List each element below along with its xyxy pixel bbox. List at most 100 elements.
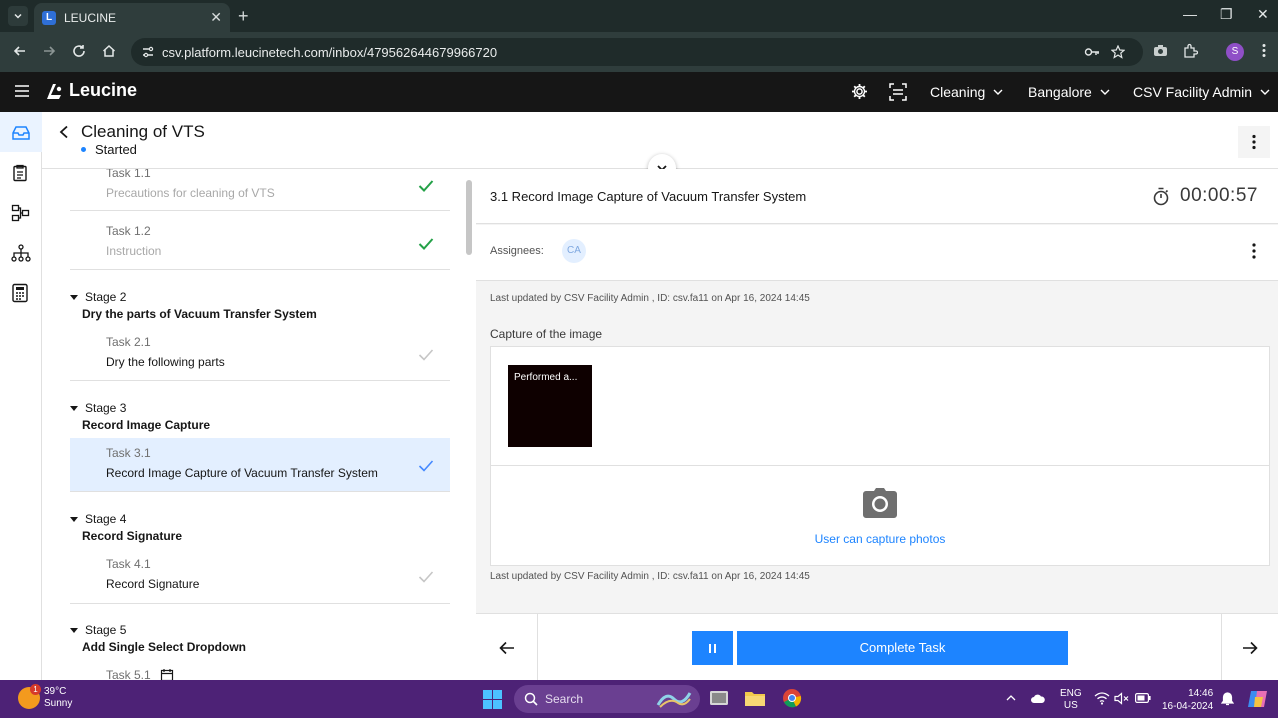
job-title: Cleaning of VTS	[81, 122, 205, 141]
task-options-icon[interactable]	[1242, 239, 1266, 263]
job-options-button[interactable]	[1238, 126, 1270, 158]
task-item-1-2[interactable]: Task 1.2 Instruction	[70, 212, 450, 270]
task-name: Precautions for cleaning of VTS	[106, 186, 275, 200]
leucine-logo-icon	[47, 83, 62, 99]
task-name: Record Image Capture of Vacuum Transfer …	[106, 466, 378, 480]
arrow-left-icon	[498, 641, 514, 654]
file-explorer-icon[interactable]	[744, 689, 766, 707]
stage-4-header[interactable]: Stage 4 Record Signature	[70, 512, 450, 548]
capture-photos-link[interactable]: User can capture photos	[491, 532, 1269, 546]
use-case-label: Cleaning	[930, 84, 986, 100]
copilot-icon[interactable]	[1247, 689, 1269, 709]
task-detail-panel: 3.1 Record Image Capture of Vacuum Trans…	[476, 169, 1278, 681]
pause-button[interactable]	[692, 631, 733, 665]
profile-avatar[interactable]: S	[1226, 43, 1244, 61]
chevron-up-icon[interactable]	[1006, 694, 1016, 702]
task-number: Task 2.1	[106, 335, 151, 349]
weather-badge: 1	[30, 684, 41, 695]
tab-title: LEUCINE	[64, 10, 117, 25]
stage-number: Stage 4	[85, 512, 127, 526]
extensions-puzzle-icon[interactable]	[1183, 43, 1198, 58]
language-indicator[interactable]: ENG US	[1060, 688, 1082, 712]
task-number: Task 4.1	[106, 557, 151, 571]
task-item-2-1[interactable]: Task 2.1 Dry the following parts	[70, 327, 450, 381]
tab-search-button[interactable]	[8, 6, 28, 26]
hamburger-menu-icon[interactable]	[14, 84, 30, 98]
search-highlight-icon	[656, 692, 692, 708]
assignee-avatar[interactable]: CA	[562, 239, 586, 263]
task-item-5-1[interactable]: Task 5.1	[70, 660, 450, 680]
task-item-3-1[interactable]: Task 3.1 Record Image Capture of Vacuum …	[70, 438, 450, 492]
task-number: Task 3.1	[106, 446, 151, 460]
sun-icon: 1	[18, 684, 41, 709]
last-updated-text: Last updated by CSV Facility Admin , ID:…	[490, 571, 810, 582]
job-state-label: Started	[95, 142, 137, 157]
use-case-dropdown[interactable]: Cleaning	[930, 84, 1003, 100]
stage-name: Add Single Select Dropdown	[82, 640, 247, 654]
facility-dropdown[interactable]: Bangalore	[1028, 84, 1110, 100]
home-icon[interactable]	[101, 43, 117, 59]
parameter-label: Capture of the image	[490, 327, 603, 341]
complete-task-button[interactable]: Complete Task	[737, 631, 1068, 665]
stage-5-header[interactable]: Stage 5 Add Single Select Dropdown	[70, 623, 450, 659]
scan-icon[interactable]	[889, 83, 907, 101]
minimize-button[interactable]: —	[1183, 6, 1197, 22]
close-tab-icon[interactable]: ✕	[210, 9, 222, 26]
windows-start-icon[interactable]	[483, 690, 502, 709]
stage-2-header[interactable]: Stage 2 Dry the parts of Vacuum Transfer…	[70, 290, 450, 326]
task-number: Task 5.1	[106, 668, 151, 680]
leucine-logo[interactable]: Leucine	[44, 80, 137, 101]
task-name: Record Signature	[106, 577, 200, 591]
task-item-1-1[interactable]: Task 1.1 Precautions for cleaning of VTS	[70, 169, 450, 211]
back-icon[interactable]	[12, 43, 28, 59]
maximize-button[interactable]: ❐	[1220, 6, 1233, 23]
task-list-scrollbar[interactable]	[466, 180, 472, 255]
forward-icon[interactable]	[41, 43, 57, 59]
task-number: Task 1.1	[106, 169, 151, 180]
settings-gear-icon[interactable]	[851, 83, 868, 100]
battery-icon[interactable]	[1135, 693, 1151, 703]
process-flow-icon[interactable]	[11, 204, 31, 222]
close-window-button[interactable]: ✕	[1257, 6, 1269, 23]
system-clock[interactable]: 14:46 16-04-2024	[1162, 687, 1213, 713]
job-state: Started	[81, 142, 137, 157]
clock-time: 14:46	[1188, 688, 1214, 699]
left-nav-rail	[0, 112, 42, 680]
next-task-button[interactable]	[1221, 614, 1278, 681]
caret-down-icon	[70, 516, 78, 522]
chevron-down-icon	[1260, 89, 1270, 95]
task-item-4-1[interactable]: Task 4.1 Record Signature	[70, 549, 450, 604]
notification-bell-icon[interactable]	[1221, 692, 1234, 706]
divider	[491, 465, 1269, 466]
weather-condition: Sunny	[44, 698, 73, 709]
chrome-icon[interactable]	[782, 688, 802, 708]
camera-extension-icon[interactable]	[1153, 43, 1168, 58]
site-info-icon[interactable]	[141, 45, 155, 59]
password-key-icon[interactable]	[1084, 45, 1100, 59]
taskbar-search[interactable]: Search	[514, 685, 700, 713]
checklist-icon[interactable]	[11, 164, 29, 182]
browser-tab[interactable]: L LEUCINE ✕	[34, 3, 230, 32]
captured-image-thumbnail[interactable]: Performed a...	[508, 365, 592, 447]
calculator-icon[interactable]	[11, 283, 29, 303]
hierarchy-icon[interactable]	[11, 244, 31, 262]
camera-icon[interactable]	[863, 488, 897, 518]
new-tab-button[interactable]: +	[238, 6, 249, 27]
previous-task-button[interactable]	[476, 614, 538, 681]
reload-icon[interactable]	[71, 43, 87, 59]
browser-menu-icon[interactable]	[1262, 43, 1266, 58]
browser-toolbar: csv.platform.leucinetech.com/inbox/47956…	[0, 32, 1278, 72]
task-view-icon[interactable]	[709, 689, 729, 707]
onedrive-cloud-icon[interactable]	[1030, 694, 1046, 704]
weather-widget[interactable]: 1 39°C Sunny	[18, 684, 73, 710]
check-active-icon	[418, 460, 434, 472]
back-arrow-icon[interactable]	[58, 125, 70, 139]
check-pending-icon	[418, 349, 434, 361]
user-dropdown[interactable]: CSV Facility Admin	[1133, 84, 1270, 100]
address-bar[interactable]: csv.platform.leucinetech.com/inbox/47956…	[131, 38, 1143, 66]
wifi-icon[interactable]	[1094, 692, 1110, 705]
volume-muted-icon[interactable]	[1114, 692, 1129, 705]
bookmark-star-icon[interactable]	[1111, 45, 1125, 59]
inbox-icon[interactable]	[11, 124, 31, 142]
stage-3-header[interactable]: Stage 3 Record Image Capture	[70, 401, 450, 437]
